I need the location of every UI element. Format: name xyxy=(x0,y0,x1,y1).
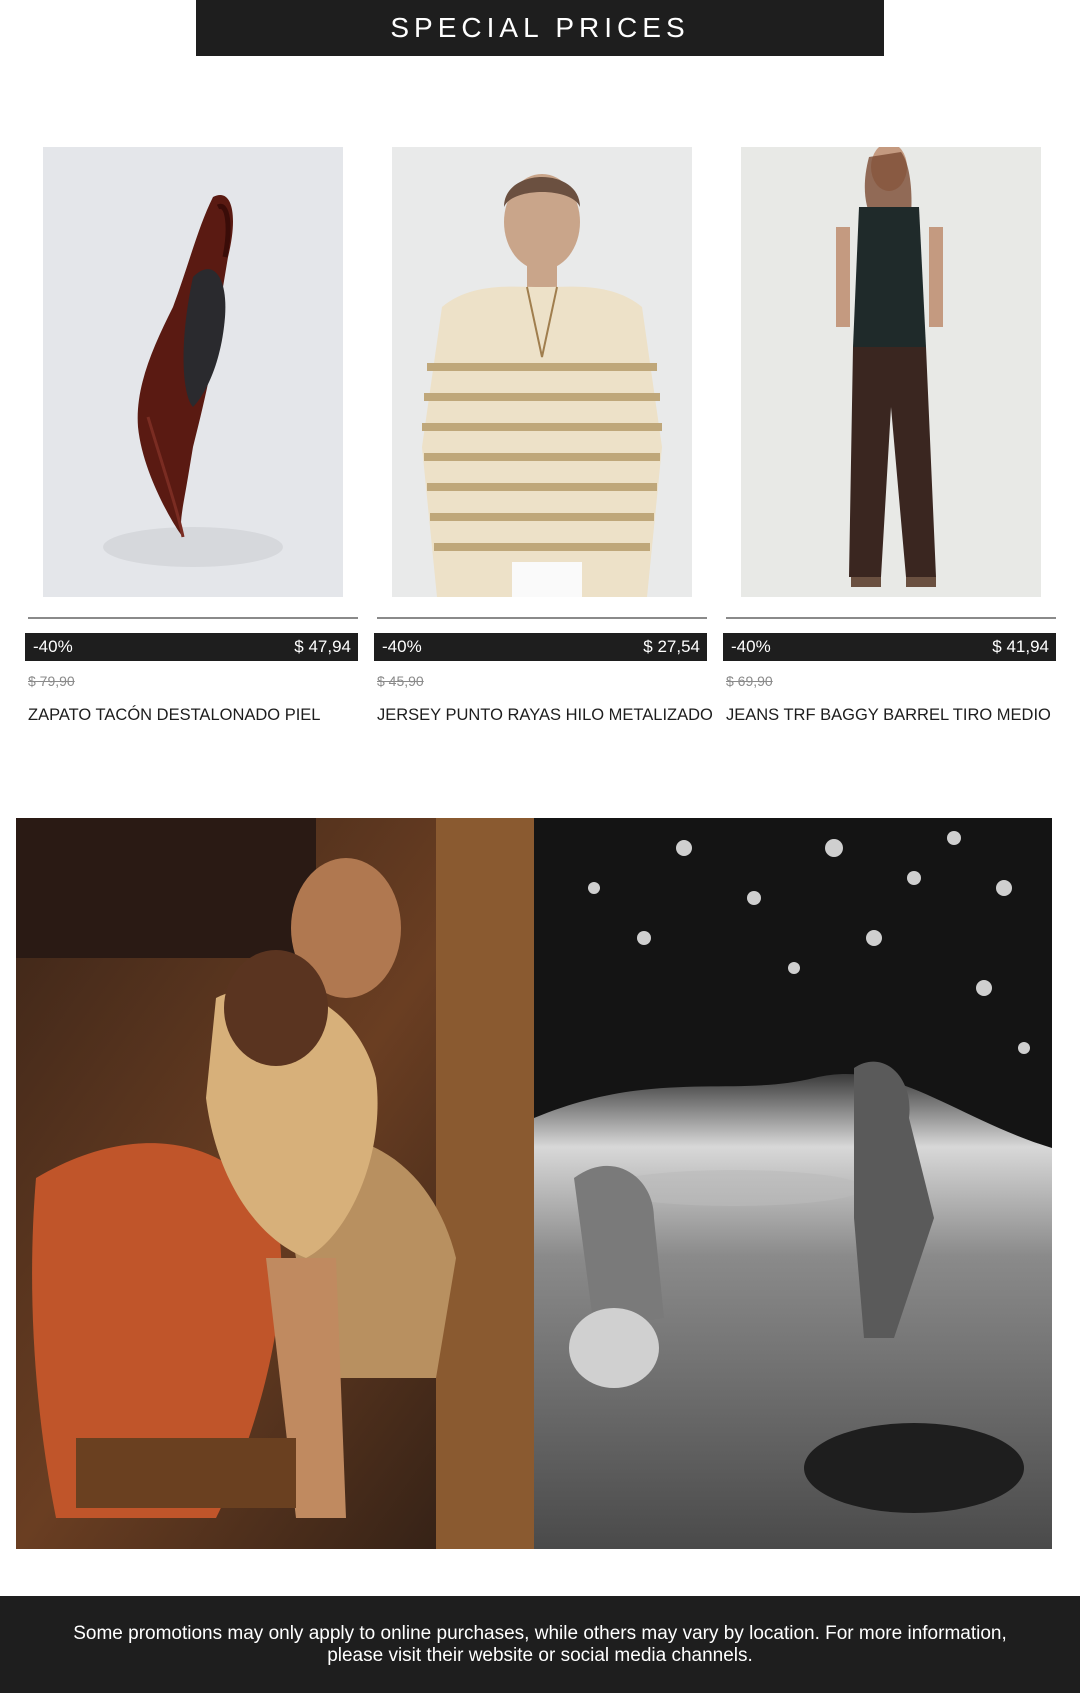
price-bar: -40% $ 27,54 xyxy=(374,633,707,661)
discount-badge: -40% xyxy=(33,637,73,656)
special-prices-banner: SPECIAL PRICES xyxy=(196,0,884,56)
sale-price: $ 41,94 xyxy=(992,637,1049,656)
discount-badge: -40% xyxy=(382,637,422,656)
product-divider xyxy=(28,617,358,619)
original-price: $ 45,90 xyxy=(377,673,424,689)
lifestyle-photos xyxy=(16,818,1052,1549)
footer-disclaimer: Some promotions may only apply to online… xyxy=(0,1596,1080,1693)
product-name[interactable]: ZAPATO TACÓN DESTALONADO PIEL xyxy=(28,706,320,725)
product-image-sweater[interactable] xyxy=(392,147,692,597)
product-name[interactable]: JEANS TRF BAGGY BARREL TIRO MEDIO xyxy=(726,706,1051,725)
price-bar: -40% $ 47,94 xyxy=(25,633,358,661)
product-name[interactable]: JERSEY PUNTO RAYAS HILO METALIZADO xyxy=(377,706,713,725)
original-price: $ 79,90 xyxy=(28,673,75,689)
garden-dancing-photo[interactable] xyxy=(534,818,1052,1549)
footer-text: Some promotions may only apply to online… xyxy=(73,1623,1007,1666)
mother-child-photo[interactable] xyxy=(16,818,534,1549)
price-bar: -40% $ 41,94 xyxy=(723,633,1056,661)
sale-price: $ 47,94 xyxy=(294,637,351,656)
product-divider xyxy=(726,617,1056,619)
product-grid: -40% $ 47,94 $ 79,90 ZAPATO TACÓN DESTAL… xyxy=(0,147,1080,747)
sale-price: $ 27,54 xyxy=(643,637,700,656)
banner-title: SPECIAL PRICES xyxy=(390,12,690,43)
discount-badge: -40% xyxy=(731,637,771,656)
original-price: $ 69,90 xyxy=(726,673,773,689)
product-image-shoe[interactable] xyxy=(43,147,343,597)
product-divider xyxy=(377,617,707,619)
product-image-jeans[interactable] xyxy=(741,147,1041,597)
